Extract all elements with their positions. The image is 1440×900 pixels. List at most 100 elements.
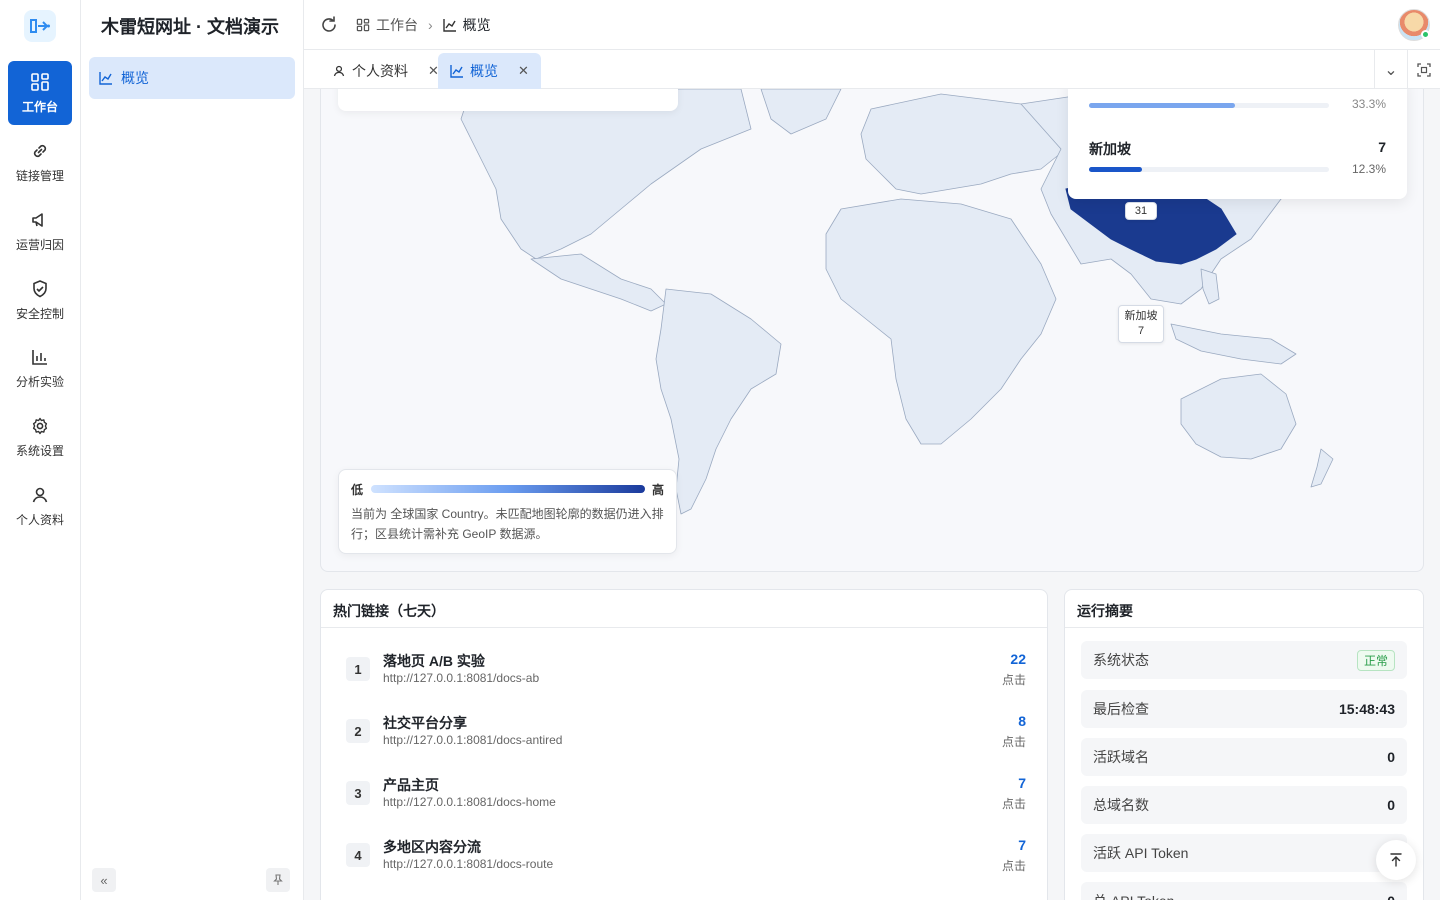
summary-row-active-tokens: 活跃 API Token xyxy=(1081,834,1407,872)
tab-profile[interactable]: 个人资料 ✕ xyxy=(320,53,451,89)
summary-value: 0 xyxy=(1387,797,1395,813)
rank-badge: 2 xyxy=(346,719,370,743)
tab-label: 概览 xyxy=(470,63,498,79)
tabs-toolbar: ⌄ xyxy=(1374,50,1440,89)
click-count: 7 xyxy=(1018,775,1026,791)
map-marker-singapore[interactable]: 新加坡 7 xyxy=(1118,305,1164,343)
summary-row-status: 系统状态 正常 xyxy=(1081,641,1407,679)
rank-badge: 1 xyxy=(346,657,370,681)
run-summary-card: 运行摘要 系统状态 正常 最后检查 15:48:43 活跃域名 0 总域名数 0… xyxy=(1064,589,1424,900)
click-count: 8 xyxy=(1018,713,1026,729)
rail-item-security[interactable]: 安全控制 xyxy=(8,268,72,332)
chevron-down-icon: ⌄ xyxy=(1384,61,1398,79)
breadcrumb-item-workbench[interactable]: 工作台 xyxy=(376,15,418,35)
area-chart-icon xyxy=(442,19,456,32)
list-item[interactable]: 3 产品主页 http://127.0.0.1:8081/docs-home 7… xyxy=(346,775,1026,819)
rank-badge: 3 xyxy=(346,781,370,805)
summary-label: 总 API Token xyxy=(1093,891,1174,900)
rail-item-attribution[interactable]: 运营归因 xyxy=(8,199,72,263)
link-url[interactable]: http://127.0.0.1:8081/docs-route xyxy=(383,857,553,871)
world-map-card: 33.3% 新加坡 7 12.3% 31 新加坡 7 低 高 当前为 全球国家 … xyxy=(320,89,1424,572)
rail-item-label: 个人资料 xyxy=(15,512,64,527)
fullscreen-button[interactable] xyxy=(1407,50,1440,89)
map-region-greenland xyxy=(760,89,842,135)
list-item[interactable]: 2 社交平台分享 http://127.0.0.1:8081/docs-anti… xyxy=(346,713,1026,757)
rail-item-profile[interactable]: 个人资料 xyxy=(8,474,72,538)
link-url[interactable]: http://127.0.0.1:8081/docs-antired xyxy=(383,733,562,747)
area-chart-icon xyxy=(99,72,112,85)
double-chevron-left-icon: « xyxy=(100,872,108,888)
rail-item-workbench[interactable]: 工作台 xyxy=(8,61,72,125)
list-item[interactable]: 1 落地页 A/B 实验 http://127.0.0.1:8081/docs-… xyxy=(346,651,1026,695)
status-badge: 正常 xyxy=(1356,649,1395,671)
link-name: 产品主页 xyxy=(383,777,439,793)
map-marker-value[interactable]: 31 xyxy=(1125,202,1157,220)
legend-gradient-bar xyxy=(371,485,645,493)
megaphone-icon xyxy=(32,212,43,227)
link-icon xyxy=(33,144,47,157)
top-header: 工作台 › 概览 xyxy=(304,0,1440,50)
map-filter-panel xyxy=(338,89,678,111)
summary-value: 15:48:43 xyxy=(1338,701,1395,717)
gear-icon xyxy=(32,417,48,434)
close-icon[interactable]: ✕ xyxy=(518,63,529,79)
rail-item-label: 分析实验 xyxy=(15,374,64,389)
map-marker-count: 31 xyxy=(1134,205,1148,217)
ranking-progress-bar xyxy=(1089,167,1329,172)
arrow-up-to-top-icon xyxy=(1390,853,1402,867)
ranking-count: 7 xyxy=(1378,139,1386,155)
dashboard-icon xyxy=(31,72,49,91)
map-region-north-america xyxy=(460,89,752,260)
map-marker-label: 新加坡 xyxy=(1124,310,1158,322)
summary-value: 0 xyxy=(1387,893,1395,900)
map-region-australia xyxy=(1180,373,1297,460)
map-marker-count: 7 xyxy=(1137,325,1145,337)
rail-item-analytics[interactable]: 分析实验 xyxy=(8,336,72,400)
rail-item-links[interactable]: 链接管理 xyxy=(8,130,72,194)
user-icon xyxy=(32,487,48,502)
breadcrumb: 工作台 › 概览 xyxy=(356,15,491,35)
link-url[interactable]: http://127.0.0.1:8081/docs-ab xyxy=(383,671,539,685)
ranking-name: 新加坡 xyxy=(1089,141,1131,157)
tabs-dropdown-button[interactable]: ⌄ xyxy=(1374,50,1407,89)
icon-rail: 工作台 链接管理 运营归因 安全控制 分析实验 系统设置 个人资料 xyxy=(0,0,81,900)
collapse-sidebar-button[interactable]: « xyxy=(92,868,116,892)
summary-label: 系统状态 xyxy=(1093,652,1149,668)
summary-row-last-check: 最后检查 15:48:43 xyxy=(1081,690,1407,728)
summary-row-total-domains: 总域名数 0 xyxy=(1081,786,1407,824)
map-region-new-zealand xyxy=(1310,448,1334,488)
link-name: 多地区内容分流 xyxy=(383,839,481,855)
map-legend: 低 高 当前为 全球国家 Country。未匹配地图轮廓的数据仍进入排行；区县统… xyxy=(338,469,677,554)
brand-title: 木雷短网址 · 文档演示 xyxy=(101,17,279,37)
legend-low-label: 低 xyxy=(351,483,364,497)
rail-item-label: 工作台 xyxy=(21,99,58,114)
rail-item-label: 安全控制 xyxy=(15,306,64,321)
card-title: 热门链接（七天） xyxy=(321,590,1047,628)
sub-sidebar: 木雷短网址 · 文档演示 概览 « xyxy=(81,0,304,900)
fullscreen-icon xyxy=(1417,62,1431,77)
rail-item-label: 运营归因 xyxy=(15,237,64,252)
app-logo-icon[interactable] xyxy=(24,10,56,42)
click-count: 7 xyxy=(1018,837,1026,853)
refresh-icon[interactable] xyxy=(319,15,339,35)
tab-overview[interactable]: 概览 ✕ xyxy=(438,53,541,89)
ranking-progress-fill xyxy=(1089,167,1142,172)
click-unit: 点击 xyxy=(1001,735,1026,749)
map-region-central-america xyxy=(530,253,667,312)
link-name: 落地页 A/B 实验 xyxy=(383,653,485,669)
bar-chart-icon xyxy=(32,349,47,365)
summary-label: 活跃 API Token xyxy=(1093,845,1189,861)
pin-sidebar-button[interactable] xyxy=(266,868,290,892)
click-count: 22 xyxy=(1010,651,1026,667)
rail-item-label: 系统设置 xyxy=(15,443,64,458)
card-title: 运行摘要 xyxy=(1065,590,1423,628)
link-url[interactable]: http://127.0.0.1:8081/docs-home xyxy=(383,795,556,809)
back-to-top-button[interactable] xyxy=(1376,840,1416,880)
list-item[interactable]: 4 多地区内容分流 http://127.0.0.1:8081/docs-rou… xyxy=(346,837,1026,881)
rail-item-settings[interactable]: 系统设置 xyxy=(8,405,72,469)
subnav-item-label: 概览 xyxy=(121,70,149,86)
click-unit: 点击 xyxy=(1001,859,1026,873)
summary-row-active-domains: 活跃域名 0 xyxy=(1081,738,1407,776)
subnav-item-overview[interactable]: 概览 xyxy=(89,57,295,99)
pin-icon xyxy=(273,874,283,885)
